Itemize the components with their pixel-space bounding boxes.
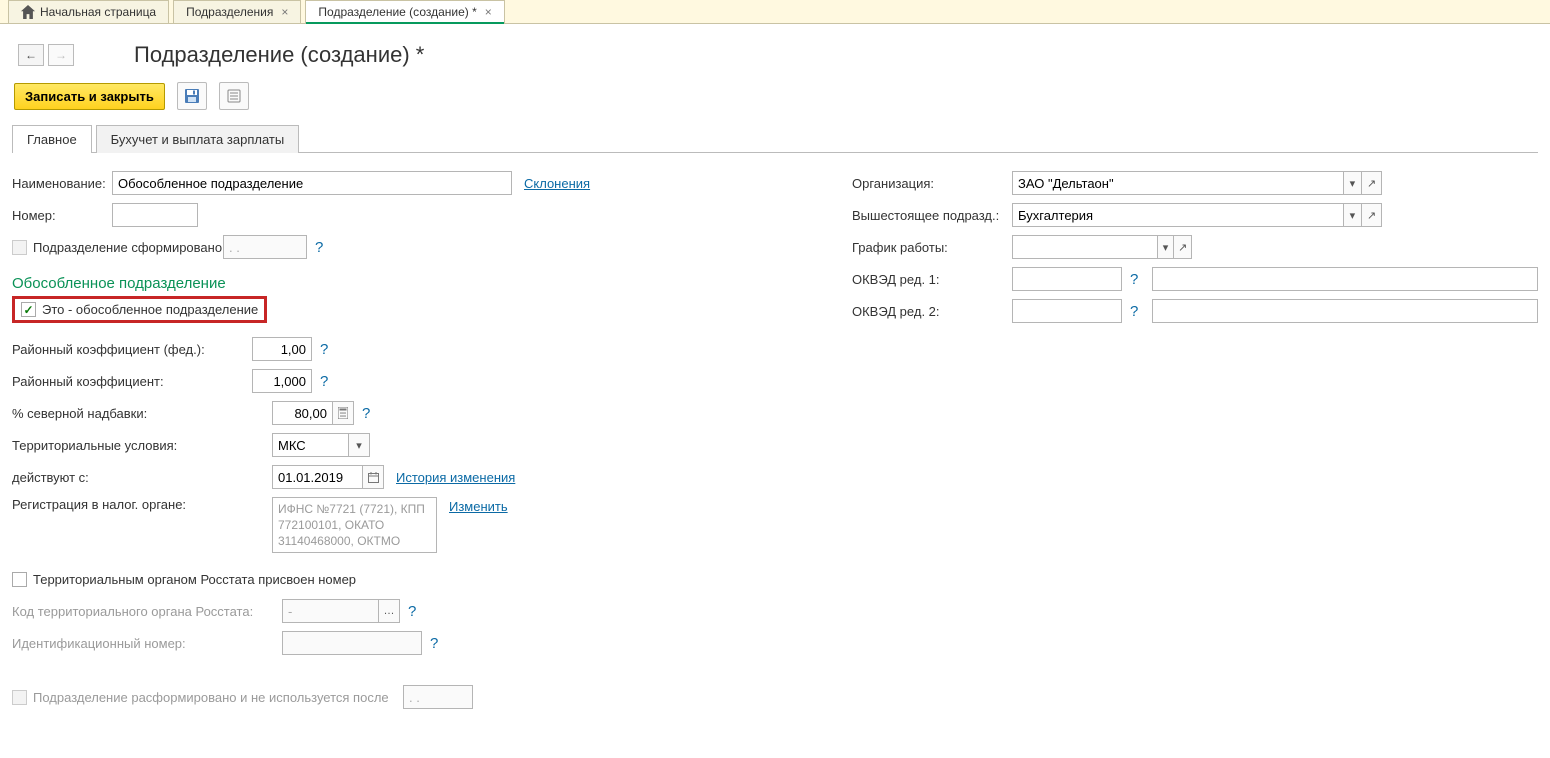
parent-label: Вышестоящее подразд.:: [852, 208, 1012, 223]
rosstat-checkbox[interactable]: [12, 572, 27, 587]
is-separate-label: Это - обособленное подразделение: [42, 302, 258, 317]
help-icon[interactable]: ?: [315, 239, 323, 256]
disband-date-input[interactable]: [403, 685, 473, 709]
save-button[interactable]: [177, 82, 207, 110]
north-label: % северной надбавки:: [12, 406, 272, 421]
okved2-desc-input[interactable]: [1152, 299, 1538, 323]
tax-reg-label: Регистрация в налог. органе:: [12, 497, 272, 512]
form-tab-bar: Главное Бухучет и выплата зарплаты: [12, 124, 1538, 153]
rosstat-label: Территориальным органом Росстата присвое…: [33, 572, 356, 587]
north-input[interactable]: [272, 401, 332, 425]
formed-checkbox[interactable]: [12, 240, 27, 255]
separate-checkbox-highlight: Это - обособленное подразделение: [12, 296, 267, 323]
change-link[interactable]: Изменить: [449, 499, 508, 514]
help-icon[interactable]: ?: [430, 635, 438, 652]
terr-input[interactable]: [272, 433, 348, 457]
help-icon[interactable]: ?: [1130, 271, 1138, 288]
list-icon: [226, 88, 242, 104]
tab-home[interactable]: Начальная страница: [8, 0, 169, 23]
page-header: ← → Подразделение (создание) *: [0, 24, 1550, 82]
toolbar: Записать и закрыть: [0, 82, 1550, 124]
close-icon[interactable]: ×: [281, 5, 288, 19]
nav-back-button[interactable]: ←: [18, 44, 44, 66]
dropdown-button[interactable]: ▾: [348, 433, 370, 457]
calendar-icon[interactable]: [362, 465, 384, 489]
dropdown-button[interactable]: ▾: [1343, 171, 1363, 195]
org-label: Организация:: [852, 176, 1012, 191]
parent-input[interactable]: [1012, 203, 1343, 227]
ident-label: Идентификационный номер:: [12, 636, 282, 651]
section-title: Обособленное подразделение: [12, 275, 832, 292]
ellipsis-button[interactable]: …: [378, 599, 400, 623]
okved1-input[interactable]: [1012, 267, 1122, 291]
coef-fed-input[interactable]: [252, 337, 312, 361]
formed-label: Подразделение сформировано: [33, 240, 223, 255]
history-link[interactable]: История изменения: [396, 470, 515, 485]
valid-from-label: действуют с:: [12, 470, 272, 485]
org-input[interactable]: [1012, 171, 1343, 195]
okved1-label: ОКВЭД ред. 1:: [852, 272, 1012, 287]
tax-reg-value: ИФНС №7721 (7721), КПП 772100101, ОКАТО …: [272, 497, 437, 553]
help-icon[interactable]: ?: [362, 405, 370, 422]
form-body: Наименование: Склонения Номер: Подраздел…: [0, 153, 1550, 727]
tab-label: Подразделение (создание) *: [318, 5, 476, 19]
tab-department-create[interactable]: Подразделение (создание) * ×: [305, 0, 504, 23]
okved1-desc-input[interactable]: [1152, 267, 1538, 291]
help-icon[interactable]: ?: [1130, 303, 1138, 320]
right-column: Организация: ▾ ↗ Вышестоящее подразд.: ▾…: [832, 163, 1538, 717]
schedule-label: График работы:: [852, 240, 1012, 255]
open-button[interactable]: ↗: [1174, 235, 1192, 259]
number-label: Номер:: [12, 208, 112, 223]
name-label: Наименование:: [12, 176, 112, 191]
is-separate-checkbox[interactable]: [21, 302, 36, 317]
coef-fed-label: Районный коэффициент (фед.):: [12, 342, 252, 357]
coef-label: Районный коэффициент:: [12, 374, 252, 389]
help-icon[interactable]: ?: [408, 603, 416, 620]
save-close-button[interactable]: Записать и закрыть: [14, 83, 165, 110]
open-button[interactable]: ↗: [1362, 203, 1382, 227]
valid-from-input[interactable]: [272, 465, 362, 489]
formed-date-input[interactable]: [223, 235, 307, 259]
okved2-input[interactable]: [1012, 299, 1122, 323]
calculator-icon[interactable]: [332, 401, 354, 425]
list-button[interactable]: [219, 82, 249, 110]
tab-main[interactable]: Главное: [12, 125, 92, 153]
declension-link[interactable]: Склонения: [524, 176, 590, 191]
tab-label: Подразделения: [186, 5, 273, 19]
left-column: Наименование: Склонения Номер: Подраздел…: [12, 163, 832, 717]
floppy-icon: [184, 88, 200, 104]
terr-label: Территориальные условия:: [12, 438, 272, 453]
page-title: Подразделение (создание) *: [134, 42, 424, 68]
rosstat-code-input[interactable]: [282, 599, 378, 623]
tab-accounting[interactable]: Бухучет и выплата зарплаты: [96, 125, 300, 153]
open-button[interactable]: ↗: [1362, 171, 1382, 195]
disband-label: Подразделение расформировано и не исполь…: [33, 690, 403, 705]
dropdown-button[interactable]: ▾: [1343, 203, 1363, 227]
rosstat-code-label: Код территориального органа Росстата:: [12, 604, 282, 619]
dropdown-button[interactable]: ▾: [1157, 235, 1175, 259]
help-icon[interactable]: ?: [320, 341, 328, 358]
coef-input[interactable]: [252, 369, 312, 393]
number-input[interactable]: [112, 203, 198, 227]
schedule-input[interactable]: [1012, 235, 1157, 259]
tab-home-label: Начальная страница: [40, 5, 156, 19]
close-icon[interactable]: ×: [485, 5, 492, 19]
name-input[interactable]: [112, 171, 512, 195]
top-tab-bar: Начальная страница Подразделения × Подраз…: [0, 0, 1550, 24]
okved2-label: ОКВЭД ред. 2:: [852, 304, 1012, 319]
help-icon[interactable]: ?: [320, 373, 328, 390]
nav-forward-button[interactable]: →: [48, 44, 74, 66]
disband-checkbox[interactable]: [12, 690, 27, 705]
ident-input[interactable]: [282, 631, 422, 655]
tab-departments[interactable]: Подразделения ×: [173, 0, 301, 23]
